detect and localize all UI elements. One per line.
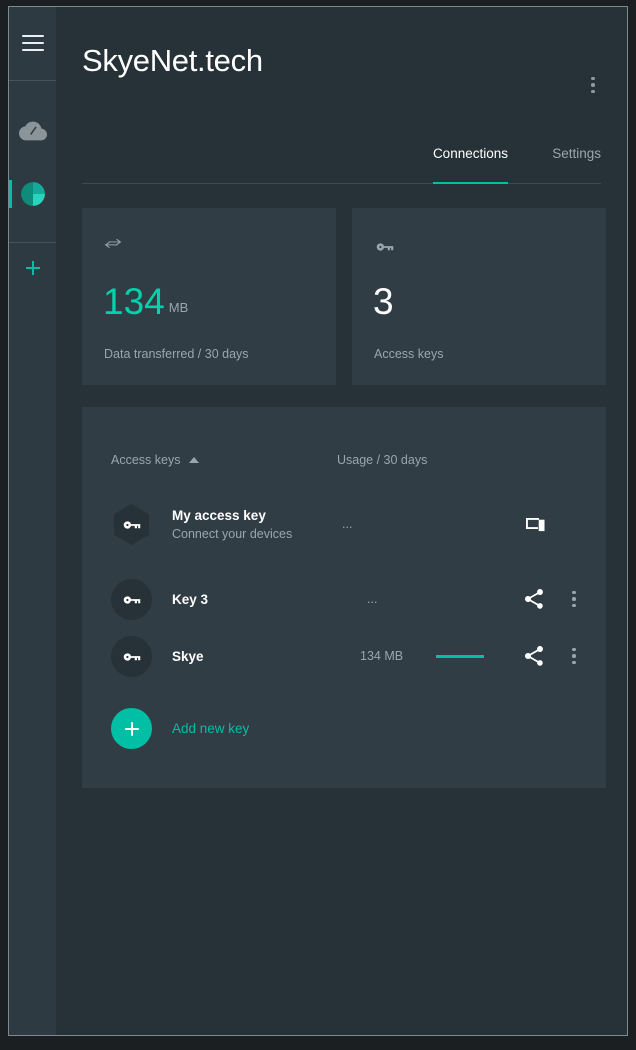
more-vert-icon-dot — [572, 647, 576, 652]
key-name: Key 3 — [172, 592, 209, 607]
key-subtitle: Connect your devices — [172, 527, 293, 541]
more-vert-icon-dot — [572, 660, 576, 665]
stat-card-access-keys: 3 Access keys — [352, 208, 606, 385]
overflow-menu-button[interactable] — [581, 73, 605, 97]
hamburger-menu-icon — [21, 35, 44, 51]
sidebar-divider-top — [9, 80, 56, 81]
plus-icon — [25, 261, 40, 275]
add-new-key-button[interactable] — [111, 708, 152, 749]
table-row[interactable]: My access key Connect your devices ... — [82, 493, 606, 555]
app-frame: SkyeNet.tech Connections Settings 134 MB… — [8, 6, 628, 1036]
key-name: My access key — [172, 508, 266, 523]
more-vert-icon-dot — [572, 603, 576, 608]
more-vert-icon-dot — [572, 654, 576, 658]
stat-value-data-transferred: 134 MB — [103, 280, 188, 330]
column-header-access-keys-label: Access keys — [111, 453, 181, 467]
share-icon[interactable] — [522, 644, 546, 668]
page-title: SkyeNet.tech — [82, 43, 263, 78]
sidebar-menu-button[interactable] — [9, 15, 56, 71]
table-row[interactable]: Skye 134 MB — [82, 625, 606, 687]
column-header-access-keys[interactable]: Access keys — [111, 453, 200, 467]
row-overflow-menu-button[interactable] — [563, 644, 585, 668]
sidebar-item-server-skyenet[interactable] — [9, 166, 56, 222]
stat-label-data-transferred: Data transferred / 30 days — [104, 347, 249, 361]
key-badge — [113, 504, 150, 545]
key-usage: ... — [342, 517, 353, 531]
sidebar — [9, 7, 56, 1035]
plus-icon — [124, 721, 139, 736]
stat-unit: MB — [168, 300, 189, 315]
key-icon — [374, 236, 398, 260]
stat-value-access-keys: 3 — [373, 280, 394, 324]
tab-bar: Connections Settings — [82, 141, 601, 184]
sidebar-selection-indicator — [9, 180, 12, 208]
transfer-arrows-icon — [104, 236, 128, 260]
teal-pie-circle-icon — [20, 182, 45, 206]
sidebar-item-cloud[interactable] — [9, 103, 56, 159]
more-vert-icon-dot — [591, 83, 595, 87]
app-window: SkyeNet.tech Connections Settings 134 MB… — [0, 0, 636, 1050]
share-icon[interactable] — [522, 587, 546, 611]
more-vert-icon-dot — [591, 89, 595, 94]
key-usage: ... — [367, 592, 378, 606]
sort-ascending-caret-icon — [189, 457, 200, 463]
more-vert-icon-dot — [591, 76, 595, 81]
tab-settings[interactable]: Settings — [552, 142, 601, 183]
key-icon — [123, 595, 140, 604]
usage-bar — [436, 655, 484, 658]
access-keys-panel: Access keys Usage / 30 days My access ke… — [82, 407, 606, 788]
key-usage: 134 MB — [360, 649, 404, 663]
add-new-key-label[interactable]: Add new key — [172, 721, 249, 736]
more-vert-icon-dot — [572, 590, 576, 595]
tab-connections[interactable]: Connections — [432, 142, 509, 184]
key-icon — [123, 520, 140, 529]
key-name: Skye — [172, 649, 204, 664]
add-new-key-row[interactable]: Add new key — [82, 697, 606, 759]
sidebar-add-server-button[interactable] — [9, 240, 56, 296]
key-badge — [111, 579, 152, 620]
row-overflow-menu-button[interactable] — [563, 587, 585, 611]
stat-number: 3 — [373, 281, 394, 322]
key-badge — [111, 636, 152, 677]
devices-icon[interactable] — [522, 512, 546, 536]
column-header-usage: Usage / 30 days — [337, 453, 428, 467]
key-icon — [123, 652, 140, 661]
more-vert-icon-dot — [572, 597, 576, 601]
stat-number: 134 — [103, 281, 165, 322]
stat-card-data-transferred: 134 MB Data transferred / 30 days — [82, 208, 336, 385]
stat-label-access-keys: Access keys — [374, 347, 444, 361]
main-content: SkyeNet.tech Connections Settings 134 MB… — [56, 7, 627, 1035]
cloud-slash-icon — [18, 121, 47, 141]
table-row[interactable]: Key 3 ... — [82, 568, 606, 630]
